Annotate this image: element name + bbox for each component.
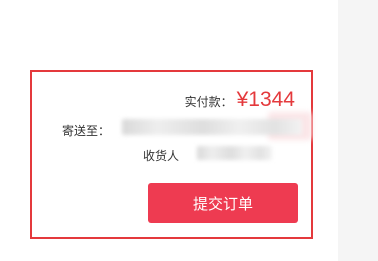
ship-to-label: 寄送至： xyxy=(62,124,111,138)
total-payment-line: 实付款： ¥1344 xyxy=(185,88,295,112)
total-payment-label: 实付款： xyxy=(184,95,233,109)
receiver-label: 收货人 xyxy=(143,149,180,163)
redacted-address xyxy=(122,119,302,135)
submit-order-button[interactable]: 提交订单 xyxy=(148,183,298,223)
order-summary-box: 实付款： ¥1344 寄送至： 收货人 提交订单 xyxy=(30,70,313,239)
total-payment-amount: ¥1344 xyxy=(236,88,295,111)
redacted-receiver xyxy=(197,146,272,160)
right-side-panel xyxy=(338,0,378,261)
